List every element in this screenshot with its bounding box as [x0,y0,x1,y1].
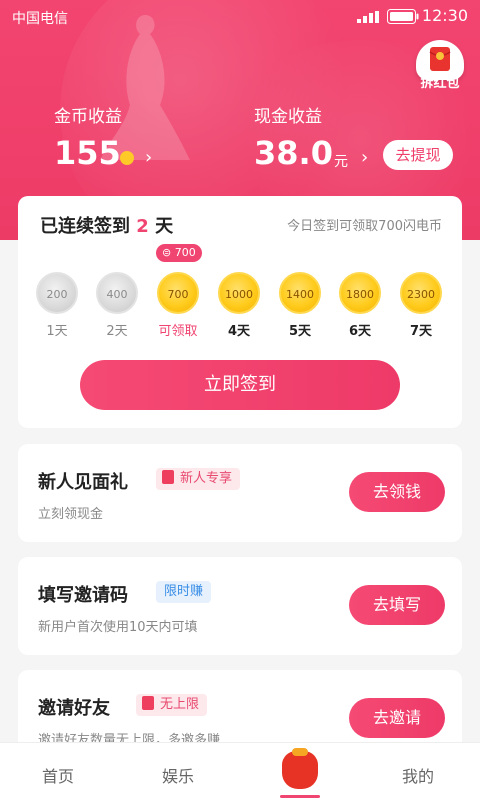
day-3-coin[interactable]: 700 [157,272,199,314]
active-tab-indicator [280,795,320,798]
signin-now-button[interactable]: 立即签到 [80,360,400,410]
lucky-bag-icon [282,748,318,789]
cash-earnings-value[interactable]: 38.0 [254,134,333,172]
tab-mine[interactable]: 我的 [402,763,434,787]
task-tag-text: 无上限 [160,697,200,712]
fill-code-button[interactable]: 去填写 [349,585,445,625]
day-4-coin: 1000 [218,272,260,314]
task-subtitle: 新用户首次使用10天内可填 [38,620,198,635]
tab-lucky-bag[interactable] [278,748,322,798]
task-tag-text: 新人专享 [180,471,233,486]
day-2-label: 2天 [106,324,128,339]
task-title: 填写邀请码 [38,585,128,606]
signin-title-suffix: 天 [155,216,174,237]
cash-unit: 元 [334,154,348,170]
chevron-right-icon[interactable]: › [361,147,368,168]
day-7-coin: 2300 [400,272,442,314]
day-5-label: 5天 [288,324,312,339]
carrier-name: 中国电信 [12,11,68,27]
status-bar: 中国电信 12:30 [0,0,480,32]
gold-coin-icon [120,151,134,165]
task-subtitle: 立刻领现金 [38,507,104,522]
task-tag: 限时赚 [156,581,212,603]
claim-cash-button[interactable]: 去领钱 [349,472,445,512]
tab-home[interactable]: 首页 [42,763,74,787]
invite-button[interactable]: 去邀请 [349,698,445,738]
task-card-invite-code: 填写邀请码 限时赚 新用户首次使用10天内可填 去填写 [18,557,462,655]
signin-card: 已连续签到 2 天 今日签到可领取700闪电币 ⊜ 700 200 400 70… [18,196,462,428]
day-1-coin: 200 [36,272,78,314]
task-title: 邀请好友 [38,698,110,719]
day-5-coin: 1400 [279,272,321,314]
red-packet-button[interactable]: 拆红包 [413,40,467,91]
day-3-label: 可领取 [158,324,198,339]
signal-icon [357,11,379,23]
red-envelope-icon [142,696,154,710]
bottom-tab-bar: 首页 娱乐 我的 [0,742,480,800]
day-4-label: 4天 [227,324,251,339]
task-title: 新人见面礼 [38,472,128,493]
signin-streak-title: 已连续签到 2 天 [40,212,173,238]
day-6-label: 6天 [348,324,372,339]
bubble-value: 700 [174,246,196,259]
red-envelope-icon [162,470,174,484]
clock: 12:30 [421,6,468,25]
coin-symbol-icon: ⊜ [162,246,175,259]
red-packet-label: 拆红包 [420,76,460,91]
day-7-label: 7天 [409,324,433,339]
task-tag: 无上限 [136,694,208,716]
withdraw-button[interactable]: 去提现 [383,140,453,170]
streak-days-count: 2 [136,216,149,237]
coin-earnings-label: 金币收益 [54,107,122,127]
coin-earnings-value[interactable]: 155 [54,134,121,172]
signin-hint: 今日签到可领取700闪电币 [287,219,442,234]
cash-earnings-label: 现金收益 [254,107,322,127]
battery-icon [387,9,419,24]
tab-entertainment[interactable]: 娱乐 [162,763,194,787]
signin-title-prefix: 已连续签到 [40,216,130,237]
today-reward-bubble: ⊜ 700 [156,244,202,262]
day-1-label: 1天 [46,324,68,339]
day-2-coin: 400 [96,272,138,314]
task-card-newbie-gift: 新人见面礼 新人专享 立刻领现金 去领钱 [18,444,462,542]
day-6-coin: 1800 [339,272,381,314]
chevron-right-icon[interactable]: › [145,147,152,168]
task-tag: 新人专享 [156,468,241,490]
